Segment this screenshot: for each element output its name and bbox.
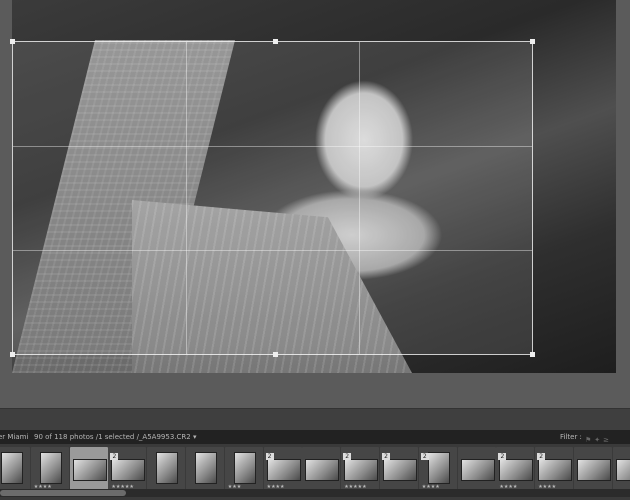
- thumbnail-image: [72, 459, 107, 481]
- filmstrip-scrollbar[interactable]: [0, 489, 630, 497]
- stack-count-badge[interactable]: 2: [343, 453, 352, 460]
- chevron-down-icon[interactable]: ▾: [193, 433, 197, 441]
- photo-count-text: 90 of 118 photos /1 selected /_A5A9953.C…: [34, 433, 191, 441]
- crop-handle-top-left[interactable]: [10, 39, 15, 44]
- crop-handle-bottom-right[interactable]: [530, 352, 535, 357]
- filmstrip-thumbnail[interactable]: 2 ★★★★★: [108, 447, 147, 491]
- star-icon[interactable]: ✦: [594, 436, 603, 444]
- stack-count-badge[interactable]: 2: [382, 453, 390, 460]
- filmstrip-thumbnail[interactable]: 2 ★★★★: [496, 447, 535, 491]
- thumbnail-image: [427, 452, 450, 484]
- crop-overlay[interactable]: [10, 39, 535, 357]
- stack-count-badge[interactable]: 2: [420, 453, 429, 460]
- filmstrip-thumbnail[interactable]: [302, 447, 341, 491]
- loupe-workspace: [0, 0, 630, 408]
- crop-handle-top-right[interactable]: [530, 39, 535, 44]
- filmstrip-thumbnail[interactable]: [186, 447, 224, 491]
- scrollbar-thumb[interactable]: [0, 490, 126, 496]
- source-label[interactable]: er Miami: [0, 430, 28, 444]
- stack-count-badge[interactable]: 2: [110, 453, 119, 460]
- thumbnail-image: [538, 459, 573, 481]
- crop-handle-bottom-left[interactable]: [10, 352, 15, 357]
- filmstrip-thumbnail[interactable]: [0, 447, 30, 491]
- photo-count-info[interactable]: 90 of 118 photos /1 selected /_A5A9953.C…: [34, 430, 196, 444]
- thumbnail-image: [1, 452, 23, 484]
- stack-count-badge[interactable]: 2: [537, 453, 546, 460]
- filmstrip-header: er Miami 90 of 118 photos /1 selected /_…: [0, 430, 630, 444]
- filmstrip-thumbnail[interactable]: ★★★: [224, 447, 263, 491]
- filmstrip-thumbnail[interactable]: [69, 447, 108, 491]
- filmstrip-thumbnail[interactable]: [612, 447, 630, 491]
- crop-handle-top[interactable]: [272, 39, 278, 44]
- crop-grid-line: [358, 42, 360, 354]
- stack-count-badge[interactable]: 2: [265, 453, 274, 460]
- color-label-icon[interactable]: ≥: [603, 436, 612, 444]
- filmstrip-thumbnail[interactable]: [147, 447, 186, 491]
- filmstrip-thumbnail[interactable]: 2 ★★★★: [535, 447, 574, 491]
- crop-grid-line: [13, 145, 532, 147]
- filmstrip-thumbnail[interactable]: 2: [380, 447, 418, 491]
- filter-label: Filter :: [560, 433, 582, 441]
- thumbnail-image: [305, 459, 340, 481]
- flag-icon[interactable]: ⚑: [585, 436, 594, 444]
- thumbnail-image: [577, 459, 611, 481]
- thumbnail-image: [233, 452, 256, 484]
- thumbnail-image: [156, 452, 179, 484]
- panel-divider[interactable]: [0, 408, 630, 431]
- filmstrip-thumbnail[interactable]: 2 ★★★★: [263, 447, 302, 491]
- stack-count-badge[interactable]: 2: [498, 453, 507, 460]
- filmstrip-thumbnail[interactable]: 2 ★★★★: [418, 447, 457, 491]
- thumbnail-image: [111, 459, 146, 481]
- thumbnail-image: [344, 459, 379, 481]
- thumbnail-image: [460, 459, 495, 481]
- thumbnail-image: [383, 459, 417, 481]
- filmstrip-thumbnail[interactable]: [457, 447, 496, 491]
- crop-grid-line: [185, 42, 187, 354]
- thumbnail-image: [266, 459, 301, 481]
- filmstrip-thumbnail[interactable]: 2 ★★★★★: [341, 447, 380, 491]
- crop-grid-line: [13, 249, 532, 251]
- crop-handle-bottom[interactable]: [272, 352, 278, 357]
- thumbnail-image: [39, 452, 62, 484]
- thumbnail-image: [195, 452, 217, 484]
- filmstrip-thumbnail[interactable]: ★★★★: [30, 447, 69, 491]
- filmstrip-thumbnail[interactable]: [574, 447, 612, 491]
- thumbnail-image: [615, 459, 630, 481]
- thumbnail-image: [499, 459, 534, 481]
